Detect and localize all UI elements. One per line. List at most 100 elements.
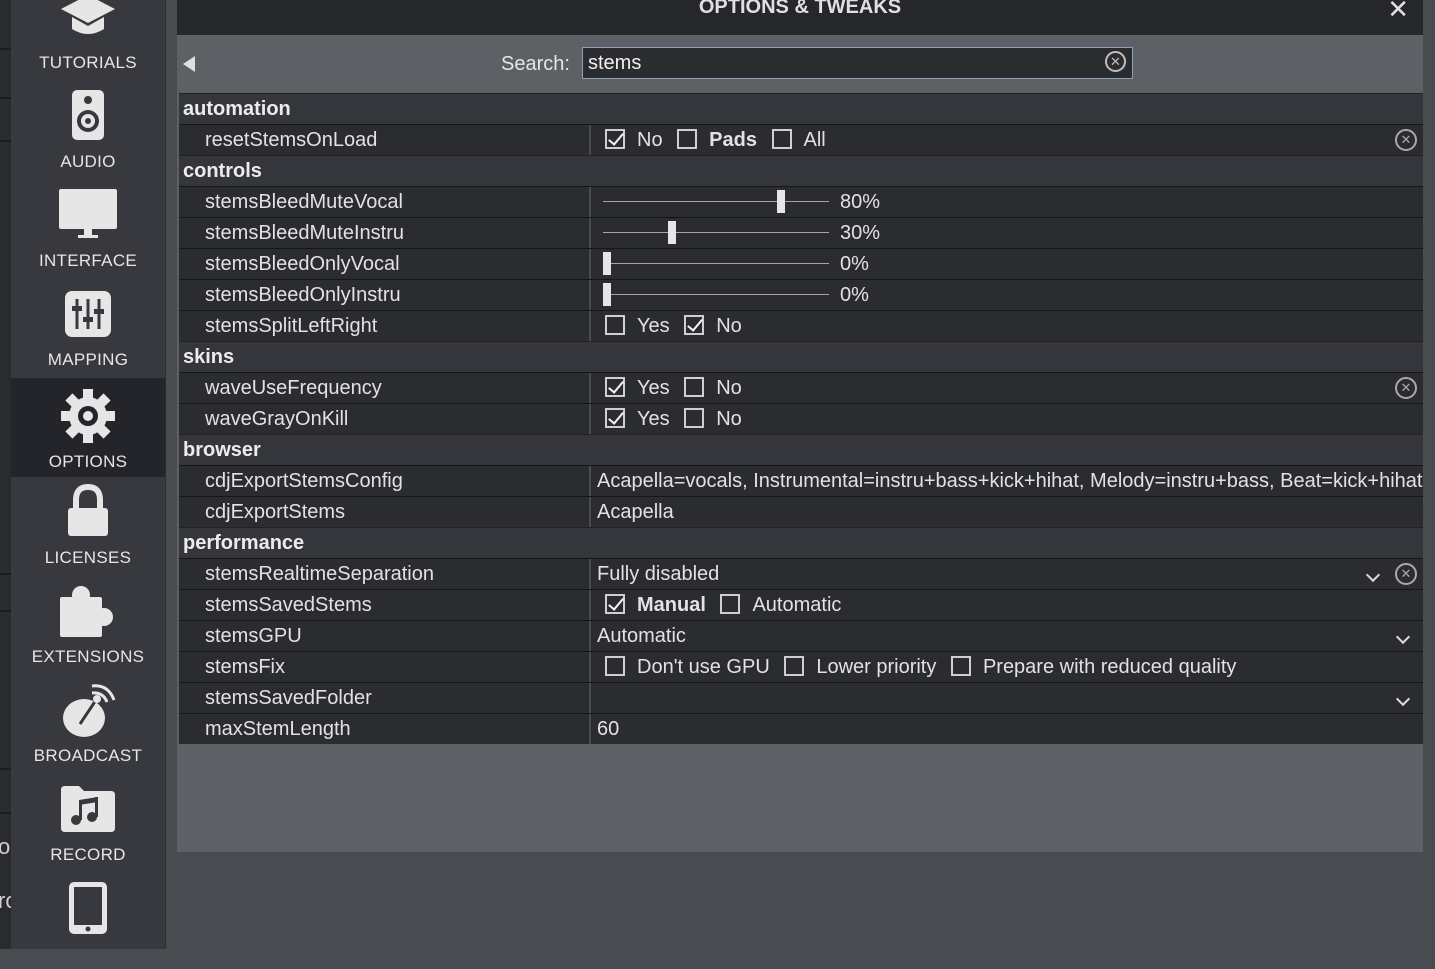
close-icon[interactable]: ✕ [1387, 0, 1409, 25]
option-no[interactable]: No [684, 373, 742, 403]
sidebar-item-label: AUDIO [60, 152, 116, 171]
sidebar-item-interface[interactable]: INTERFACE [11, 177, 165, 276]
sidebar-item-mapping[interactable]: MAPPING [11, 276, 165, 375]
slider-track[interactable] [603, 283, 829, 306]
text-value-field[interactable]: Acapella [593, 497, 1423, 527]
chevron-down-icon[interactable] [1395, 691, 1411, 707]
text-value-field[interactable]: 60 [593, 714, 1423, 744]
setting-row: stemsSplitLeftRight Yes No [179, 310, 1423, 341]
checkbox[interactable] [605, 655, 625, 676]
checkbox[interactable] [771, 128, 792, 149]
slider-thumb[interactable] [777, 190, 786, 213]
setting-name: maxStemLength [179, 714, 591, 744]
sidebar-item-broadcast[interactable]: BROADCAST [11, 672, 165, 771]
option-yes[interactable]: Yes [605, 404, 670, 434]
checkbox[interactable] [605, 376, 625, 397]
category-header: browser [179, 434, 1423, 465]
setting-value: Acapella [597, 501, 674, 523]
sidebar-item-tutorials[interactable]: TUTORIALS [11, 0, 165, 78]
background-window-edge: ou ro [0, 0, 22, 949]
sidebar-item-label: OPTIONS [48, 452, 128, 471]
slider-thumb[interactable] [603, 283, 611, 306]
option-pads[interactable]: Pads [677, 125, 757, 155]
clear-search-icon[interactable]: ✕ [1105, 51, 1126, 72]
option-lower-priority[interactable]: Lower priority [784, 652, 936, 682]
option-no[interactable]: No [605, 125, 663, 155]
setting-row: waveUseFrequency Yes No ✕ [179, 372, 1423, 403]
slider-track[interactable] [603, 190, 829, 213]
dropdown-select[interactable] [593, 683, 1423, 713]
sidebar-item-audio[interactable]: AUDIO [11, 78, 165, 177]
checkbox[interactable] [720, 593, 741, 614]
sidebar-item-licenses[interactable]: LICENSES [11, 474, 165, 573]
dropdown-select[interactable]: Automatic [593, 621, 1423, 651]
sidebar-item-extensions[interactable]: EXTENSIONS [11, 573, 165, 672]
sidebar-item-label: RECORD [50, 845, 126, 864]
category-header: automation [179, 93, 1423, 124]
options-panel: OPTIONS & TWEAKS ✕ Search: ✕ automation … [177, 0, 1423, 852]
option-label: No [716, 408, 742, 430]
dropdown-value: Automatic [597, 625, 686, 647]
search-input[interactable] [583, 48, 1088, 78]
slider-track[interactable] [603, 221, 829, 244]
category-header: performance [179, 527, 1423, 558]
dropdown-value: Fully disabled [597, 563, 720, 585]
checkbox[interactable] [677, 128, 698, 149]
option-label: All [803, 129, 826, 151]
chevron-down-icon[interactable] [1395, 629, 1411, 645]
sidebar-item-record[interactable]: RECORD [11, 771, 165, 870]
checkbox[interactable] [684, 314, 705, 335]
reset-default-icon[interactable]: ✕ [1395, 129, 1417, 151]
checkbox[interactable] [605, 314, 625, 335]
category-header: controls [179, 155, 1423, 186]
checkbox[interactable] [605, 593, 625, 614]
option-no[interactable]: No [684, 404, 742, 434]
option-label: Yes [637, 315, 670, 337]
settings-list: automation resetStemsOnLoad No Pads All … [179, 93, 1423, 744]
chevron-down-icon[interactable] [1365, 567, 1381, 583]
slider-value: 0% [840, 284, 869, 306]
option-automatic[interactable]: Automatic [720, 590, 841, 620]
setting-row: stemsBleedOnlyVocal 0% [179, 248, 1423, 279]
checkbox[interactable] [784, 655, 805, 676]
category-header: skins [179, 341, 1423, 372]
setting-row: maxStemLength 60 [179, 713, 1423, 744]
graduation-cap-icon [11, 0, 165, 45]
slider-thumb[interactable] [668, 221, 677, 244]
setting-name: stemsRealtimeSeparation [179, 559, 591, 589]
setting-row: stemsGPU Automatic [179, 620, 1423, 651]
slider-track[interactable] [603, 252, 829, 275]
option-dont-use-gpu[interactable]: Don't use GPU [605, 652, 770, 682]
option-no[interactable]: No [684, 311, 742, 341]
monitor-icon [11, 187, 165, 243]
dropdown-select[interactable]: Fully disabled ✕ [593, 559, 1423, 589]
sidebar-item-tablet[interactable] [11, 870, 165, 969]
checkbox[interactable] [605, 128, 625, 149]
checkbox[interactable] [950, 655, 971, 676]
option-all[interactable]: All [771, 125, 826, 155]
setting-name: stemsBleedMuteInstru [179, 218, 591, 248]
text-value-field[interactable]: Acapella=vocals, Instrumental=instru+bas… [593, 466, 1423, 496]
option-label: Manual [637, 594, 706, 616]
setting-name: waveUseFrequency [179, 373, 591, 403]
setting-value: Acapella=vocals, Instrumental=instru+bas… [597, 470, 1423, 492]
slider-value: 30% [840, 222, 881, 244]
satellite-dish-icon [11, 682, 165, 738]
reset-default-icon[interactable]: ✕ [1395, 377, 1417, 399]
checkbox[interactable] [605, 407, 625, 428]
checkbox[interactable] [684, 407, 705, 428]
slider-thumb[interactable] [603, 252, 611, 275]
reset-default-icon[interactable]: ✕ [1395, 563, 1417, 585]
checkbox[interactable] [684, 376, 705, 397]
option-manual[interactable]: Manual [605, 590, 706, 620]
option-yes[interactable]: Yes [605, 311, 670, 341]
option-label: No [637, 129, 663, 151]
option-yes[interactable]: Yes [605, 373, 670, 403]
sidebar-item-options[interactable]: OPTIONS [11, 378, 165, 477]
setting-row: cdjExportStems Acapella [179, 496, 1423, 527]
option-reduced-quality[interactable]: Prepare with reduced quality [950, 652, 1236, 682]
back-arrow-icon[interactable] [183, 56, 195, 72]
sidebar-item-label: TUTORIALS [39, 53, 137, 72]
setting-row: stemsSavedStems Manual Automatic [179, 589, 1423, 620]
sidebar-item-label: EXTENSIONS [31, 647, 145, 666]
